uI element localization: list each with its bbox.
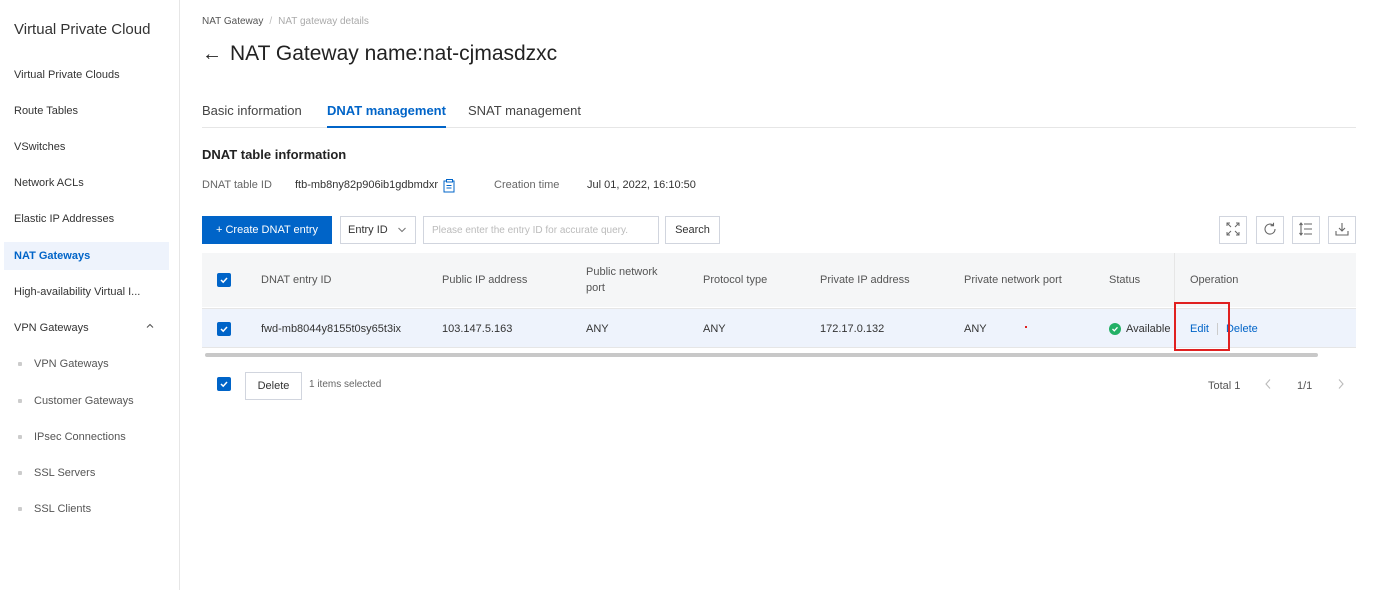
sidebar-item-label: NAT Gateways bbox=[14, 250, 91, 262]
creation-time-value: Jul 01, 2022, 16:10:50 bbox=[587, 179, 696, 191]
create-dnat-entry-button[interactable]: + Create DNAT entry bbox=[202, 216, 332, 244]
batch-delete-button[interactable]: Delete bbox=[245, 372, 302, 400]
sidebar-item-vpn-gateways[interactable]: VPN Gateways bbox=[4, 314, 169, 342]
sidebar-item-vpcs[interactable]: Virtual Private Clouds bbox=[4, 61, 169, 89]
creation-time-label: Creation time bbox=[494, 179, 560, 191]
bullet-icon bbox=[18, 399, 22, 404]
tab-bar: Basic information DNAT management SNAT m… bbox=[202, 100, 1356, 128]
refresh-button[interactable] bbox=[1256, 216, 1284, 244]
cell-private-port: ANY bbox=[964, 323, 987, 335]
chevron-down-icon bbox=[397, 217, 407, 253]
column-settings-button[interactable] bbox=[1292, 216, 1320, 244]
cell-protocol: ANY bbox=[703, 323, 726, 335]
sidebar-item-label: Network ACLs bbox=[14, 177, 84, 189]
sidebar-item-eips[interactable]: Elastic IP Addresses bbox=[4, 205, 169, 233]
column-settings-icon bbox=[1299, 221, 1313, 239]
sidebar-subitem-label: VPN Gateways bbox=[34, 358, 109, 370]
breadcrumb-root[interactable]: NAT Gateway bbox=[202, 16, 263, 27]
sidebar-item-label: High-availability Virtual I... bbox=[14, 286, 141, 298]
column-header-private-port: Private network port bbox=[964, 274, 1062, 286]
breadcrumb-current: NAT gateway details bbox=[278, 16, 369, 27]
selected-count-text: 1 items selected bbox=[309, 379, 382, 390]
dnat-table-id-value: ftb-mb8ny82p906ib1gdbmdxr bbox=[295, 179, 439, 191]
tab-basic-information[interactable]: Basic information bbox=[202, 103, 302, 128]
entry-id-search-input[interactable] bbox=[423, 216, 659, 244]
bullet-icon bbox=[18, 471, 22, 476]
check-circle-icon bbox=[1109, 323, 1121, 335]
page-indicator: 1/1 bbox=[1297, 380, 1313, 392]
cell-public-ip: 103.147.5.163 bbox=[442, 323, 513, 335]
select-all-checkbox[interactable] bbox=[217, 273, 231, 287]
chevron-up-icon bbox=[145, 314, 155, 342]
column-header-operation: Operation bbox=[1190, 274, 1239, 286]
page-title-text: NAT Gateway name:nat-cjmasdzxc bbox=[230, 42, 558, 65]
sidebar-item-havip[interactable]: High-availability Virtual I... bbox=[4, 278, 169, 306]
download-icon bbox=[1335, 222, 1349, 239]
sidebar-item-nat-gateways[interactable]: NAT Gateways bbox=[4, 242, 169, 270]
refresh-icon bbox=[1263, 222, 1277, 239]
back-arrow-icon[interactable]: ← bbox=[202, 43, 222, 66]
breadcrumb-separator: / bbox=[269, 16, 273, 27]
sidebar-subitem-label: SSL Servers bbox=[34, 467, 96, 479]
sidebar-item-route-tables[interactable]: Route Tables bbox=[4, 97, 169, 125]
sidebar-subitem-ssl-clients[interactable]: SSL Clients bbox=[18, 497, 91, 521]
search-button[interactable]: Search bbox=[665, 216, 720, 244]
sidebar-subitem-vpn-gateways[interactable]: VPN Gateways bbox=[18, 352, 109, 376]
previous-page-icon[interactable] bbox=[1264, 378, 1272, 393]
column-header-private-ip: Private IP address bbox=[820, 274, 910, 286]
cell-private-ip: 172.17.0.132 bbox=[820, 323, 885, 335]
column-header-status: Status bbox=[1109, 274, 1141, 286]
sidebar: Virtual Private Cloud Virtual Private Cl… bbox=[0, 0, 180, 590]
red-dot-marker bbox=[1025, 326, 1027, 328]
breadcrumb: NAT Gateway / NAT gateway details bbox=[202, 16, 369, 27]
section-title: DNAT table information bbox=[202, 147, 347, 162]
column-header-public-port: Public network port bbox=[586, 266, 658, 294]
bullet-icon bbox=[18, 435, 22, 440]
sidebar-item-label: VPN Gateways bbox=[14, 322, 89, 334]
table-header: DNAT entry ID Public IP address Public n… bbox=[202, 253, 1356, 307]
batch-select-checkbox[interactable] bbox=[217, 377, 231, 391]
tab-snat-management[interactable]: SNAT management bbox=[468, 103, 581, 128]
entry-id-filter-select[interactable]: Entry ID bbox=[340, 216, 416, 244]
column-header-protocol: Protocol type bbox=[703, 274, 768, 286]
fullscreen-button[interactable] bbox=[1219, 216, 1247, 244]
cell-status: Available bbox=[1109, 309, 1170, 349]
sidebar-item-label: Route Tables bbox=[14, 105, 79, 117]
copy-icon[interactable] bbox=[443, 179, 456, 193]
sidebar-item-label: Virtual Private Clouds bbox=[14, 69, 120, 81]
bullet-icon bbox=[18, 507, 22, 512]
bullet-icon bbox=[18, 362, 22, 367]
sidebar-subitem-label: SSL Clients bbox=[34, 503, 92, 515]
page-title: ← NAT Gateway name:nat-cjmasdzxc bbox=[202, 42, 557, 66]
sidebar-subitem-label: Customer Gateways bbox=[34, 395, 134, 407]
row-checkbox[interactable] bbox=[217, 322, 231, 336]
download-button[interactable] bbox=[1328, 216, 1356, 244]
status-text: Available bbox=[1126, 323, 1171, 335]
column-header-public-ip: Public IP address bbox=[442, 274, 528, 286]
sidebar-item-network-acls[interactable]: Network ACLs bbox=[4, 169, 169, 197]
highlight-box bbox=[1174, 302, 1230, 351]
sidebar-subitem-ipsec-connections[interactable]: IPsec Connections bbox=[18, 425, 126, 449]
sidebar-item-label: Elastic IP Addresses bbox=[14, 213, 115, 225]
tab-dnat-management[interactable]: DNAT management bbox=[327, 103, 446, 128]
column-header-entry-id: DNAT entry ID bbox=[261, 274, 332, 286]
sidebar-title: Virtual Private Cloud bbox=[14, 21, 151, 38]
cell-public-port: ANY bbox=[586, 323, 609, 335]
sidebar-item-label: VSwitches bbox=[14, 141, 66, 153]
cell-entry-id: fwd-mb8044y8155t0sy65t3ix bbox=[261, 323, 402, 335]
total-count: Total 1 bbox=[1208, 380, 1241, 392]
sidebar-subitem-customer-gateways[interactable]: Customer Gateways bbox=[18, 389, 134, 413]
sidebar-subitem-label: IPsec Connections bbox=[34, 431, 126, 443]
filter-select-value: Entry ID bbox=[348, 224, 388, 236]
next-page-icon[interactable] bbox=[1337, 378, 1345, 393]
dnat-table-id-label: DNAT table ID bbox=[202, 179, 272, 191]
sidebar-subitem-ssl-servers[interactable]: SSL Servers bbox=[18, 461, 95, 485]
horizontal-scrollbar[interactable] bbox=[205, 353, 1318, 357]
fullscreen-icon bbox=[1226, 222, 1240, 239]
delete-link[interactable]: Delete bbox=[1226, 323, 1258, 335]
sidebar-item-vswitches[interactable]: VSwitches bbox=[4, 133, 169, 161]
